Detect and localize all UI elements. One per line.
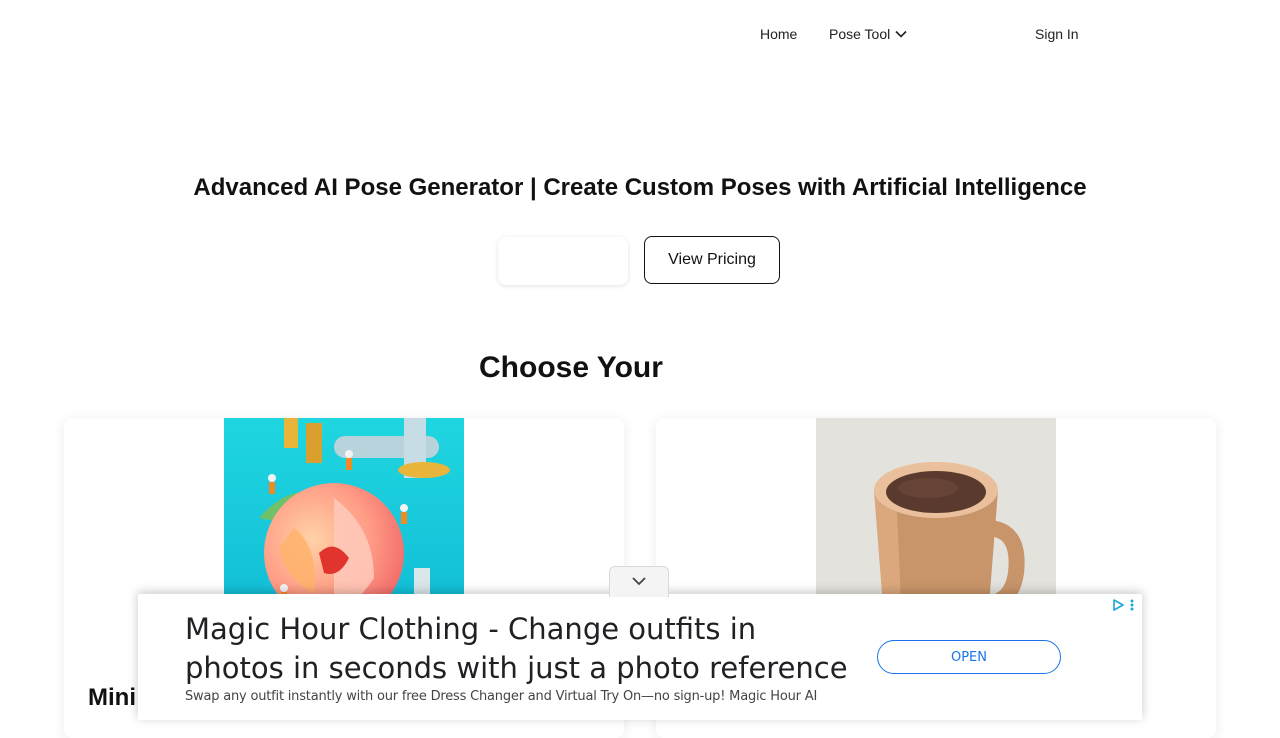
ad-headline[interactable]: Magic Hour Clothing - Change outfits in … [185,610,855,688]
nav-pose-tool-dropdown[interactable]: Pose Tool [829,25,907,43]
ad-banner: Magic Hour Clothing - Change outfits in … [138,594,1142,720]
page-title: Advanced AI Pose Generator | Create Cust… [193,174,1087,201]
nav-pose-tool-label: Pose Tool [829,26,891,42]
chevron-down-icon [631,573,647,591]
chevron-down-icon [895,30,907,38]
view-pricing-button[interactable]: View Pricing [644,236,780,284]
section-title: Choose Your [479,351,663,384]
ad-open-button[interactable]: OPEN [877,640,1061,674]
top-nav: Home Pose Tool Sign In [0,0,1280,68]
ad-collapse-toggle[interactable] [609,566,669,597]
primary-button[interactable] [498,237,628,285]
sign-in-link[interactable]: Sign In [1035,25,1079,43]
ad-menu-icon[interactable] [1129,598,1135,617]
nav-home-link[interactable]: Home [760,25,797,43]
card-title: Mini [88,684,136,711]
adchoices-icon[interactable] [1111,598,1125,617]
ad-description: Swap any outfit instantly with our free … [185,689,818,704]
